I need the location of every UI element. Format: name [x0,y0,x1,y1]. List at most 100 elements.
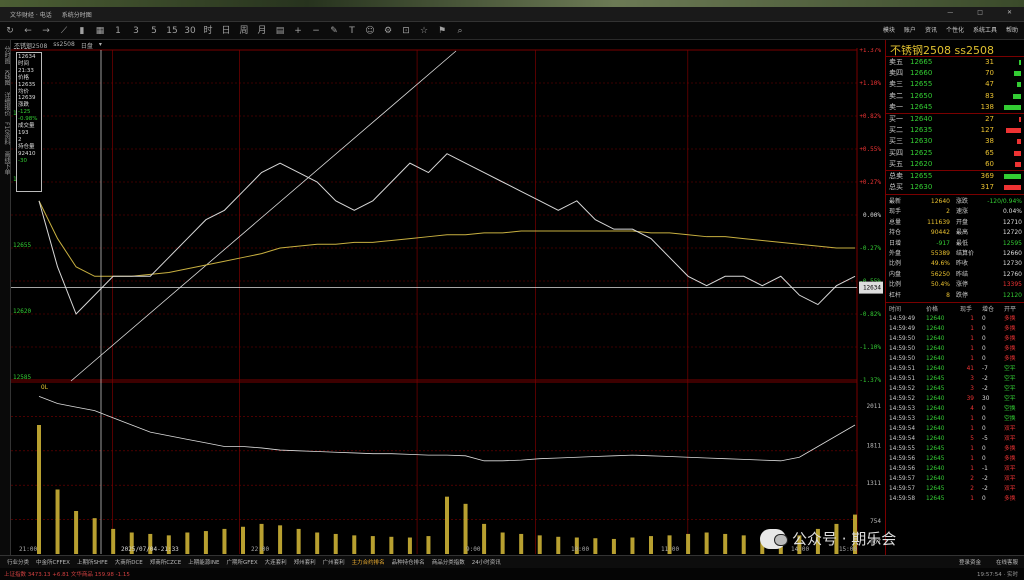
bottom-tab[interactable]: 行业分类 [7,558,29,566]
tab-f10[interactable]: F10资料 [2,122,11,145]
bids-row: 买五 12620 60 [886,159,1024,170]
volume-bar [389,536,394,554]
quote-left-label: 杠杆 [889,291,902,299]
maximize-button[interactable]: □ [977,9,983,16]
zoom-out-icon[interactable]: − [308,24,324,38]
bottom-tab[interactable]: 广州套利 [323,558,345,566]
app-logo: 文华财经 · 电话 [10,11,52,19]
bottom-tab[interactable]: 商品分类指数 [432,558,465,566]
bottom-tab[interactable]: 郑州套利 [294,558,316,566]
tick-cell: 14:59:49 [889,316,916,322]
tab-quote[interactable]: 详细报价 [2,92,11,116]
level-price: 12620 [910,159,933,168]
online-service-button[interactable]: 在线客服 [996,558,1018,566]
login-funds-button[interactable]: 登录资金 [959,558,981,566]
bottom-tab[interactable]: 郑商所CZCE [150,558,181,566]
level-label: 卖二 [889,91,903,100]
tick-row: 14:59:50 12640 1 0 多换 [886,344,1024,354]
time-tick-label: 11:00 [661,546,679,553]
chart-line-icon[interactable]: ⟋ [56,24,72,38]
pct-tick-label: +1.10% [859,80,881,87]
user-icon[interactable]: ☺ [362,24,378,38]
price-tick-label: 12655 [13,242,31,249]
three-icon[interactable]: 3 [128,24,144,38]
tick-row: 14:59:57 12640 2 -2 双平 [886,474,1024,484]
tick-cell: 空平 [1004,366,1016,372]
panel-divider [886,194,1024,195]
info-line: 12635 [18,81,36,88]
forward-icon[interactable]: → [38,24,54,38]
level-price: 12630 [910,137,933,146]
close-button[interactable]: ✕ [1007,9,1012,16]
lock-icon[interactable]: ⊡ [398,24,414,38]
volume-bar [37,425,41,554]
fifteen-icon[interactable]: 15 [164,24,180,38]
bottom-tab[interactable]: 24小时资讯 [472,558,501,566]
week-icon[interactable]: 周 [236,24,252,38]
settings-icon[interactable]: ⚙ [380,24,396,38]
tab-timeshare[interactable]: 分时图 [2,46,11,64]
month-icon[interactable]: 月 [254,24,270,38]
tab-kline[interactable]: K线图 [2,70,11,86]
tick-row: 14:59:56 12640 1 -1 双平 [886,464,1024,474]
depth-bar [1016,82,1021,88]
bottom-tab[interactable]: 上期所SHFE [77,558,108,566]
nav-news[interactable]: 资讯 [925,25,937,34]
bar-icon[interactable]: ▦ [92,24,108,38]
star-icon[interactable]: ☆ [416,24,432,38]
tick-cell: 14:59:54 [889,426,916,432]
tick-cell: -2 [982,486,988,492]
quote-left-value: -917 [936,239,950,247]
bottom-tab[interactable]: 大连套利 [265,558,287,566]
search-icon[interactable]: ⌕ [452,24,468,38]
bottom-tab[interactable]: 上期能源INE [188,558,219,566]
intraday-chart[interactable]: 127601272512690126551262012585+1.37%+1.1… [11,48,885,555]
index-ticker: 上证指数 3473.13 +6.81 文华商品 159.98 -1.15 [4,572,130,578]
quote-row: 比例 50.4% 涨停 13395 [886,280,1024,290]
quote-left-label: 比例 [889,260,902,268]
tab-order[interactable]: 画线下单 [2,151,11,175]
nav-personalize[interactable]: 个性化 [946,25,964,34]
tick-row: 14:59:49 12640 1 0 多换 [886,314,1024,324]
back-icon[interactable]: ← [20,24,36,38]
zoom-in-icon[interactable]: + [290,24,306,38]
tick-cell: -2 [982,376,988,382]
quote-right-label: 跌停 [956,291,969,299]
bottom-tab[interactable]: 主力合约排名 [352,558,385,566]
pct-tick-label: 0.00% [863,212,881,219]
refresh-icon[interactable]: ↻ [2,24,18,38]
quote-right-label: 涨跌 [956,198,969,205]
flag-icon[interactable]: ⚑ [434,24,450,38]
draw-icon[interactable]: ✎ [326,24,342,38]
tick-cell: 14:59:55 [889,446,916,452]
tick-cell: 12640 [926,416,945,422]
bottom-tab[interactable]: 品种持仓排名 [392,558,425,566]
candle-icon[interactable]: ▮ [74,24,90,38]
depth-bar [1015,161,1021,167]
tick-row: 14:59:52 12640 39 30 空平 [886,394,1024,404]
grid-icon[interactable]: ▤ [272,24,288,38]
five-icon[interactable]: 5 [146,24,162,38]
text-icon[interactable]: T [344,24,360,38]
level-label: 买一 [889,115,903,123]
nav-help[interactable]: 帮助 [1006,25,1018,34]
tick-cell: 14:59:54 [889,436,916,442]
one-icon[interactable]: 1 [110,24,126,38]
hour-icon[interactable]: 时 [200,24,216,38]
asks-row: 卖五 12665 31 [886,57,1024,68]
volume-bar [315,532,320,554]
nav-modules[interactable]: 模块 [883,25,895,34]
bottom-tab[interactable]: 中金所CFFEX [36,558,70,566]
volume-tick-label: 2011 [867,403,882,410]
volume-bar [426,536,431,554]
bottom-tab[interactable]: 大商所DCE [115,558,143,566]
nav-tools[interactable]: 系统工具 [973,25,997,34]
thirty-icon[interactable]: 30 [182,24,198,38]
info-line: 涨跌 [18,102,30,109]
minimize-button[interactable]: — [947,9,953,16]
bottom-tab[interactable]: 广期所GFEX [226,558,257,566]
tick-cell: 0 [982,326,986,332]
nav-account[interactable]: 账户 [904,25,916,34]
day-icon[interactable]: 日 [218,24,234,38]
tick-cell: 空换 [1004,416,1016,422]
